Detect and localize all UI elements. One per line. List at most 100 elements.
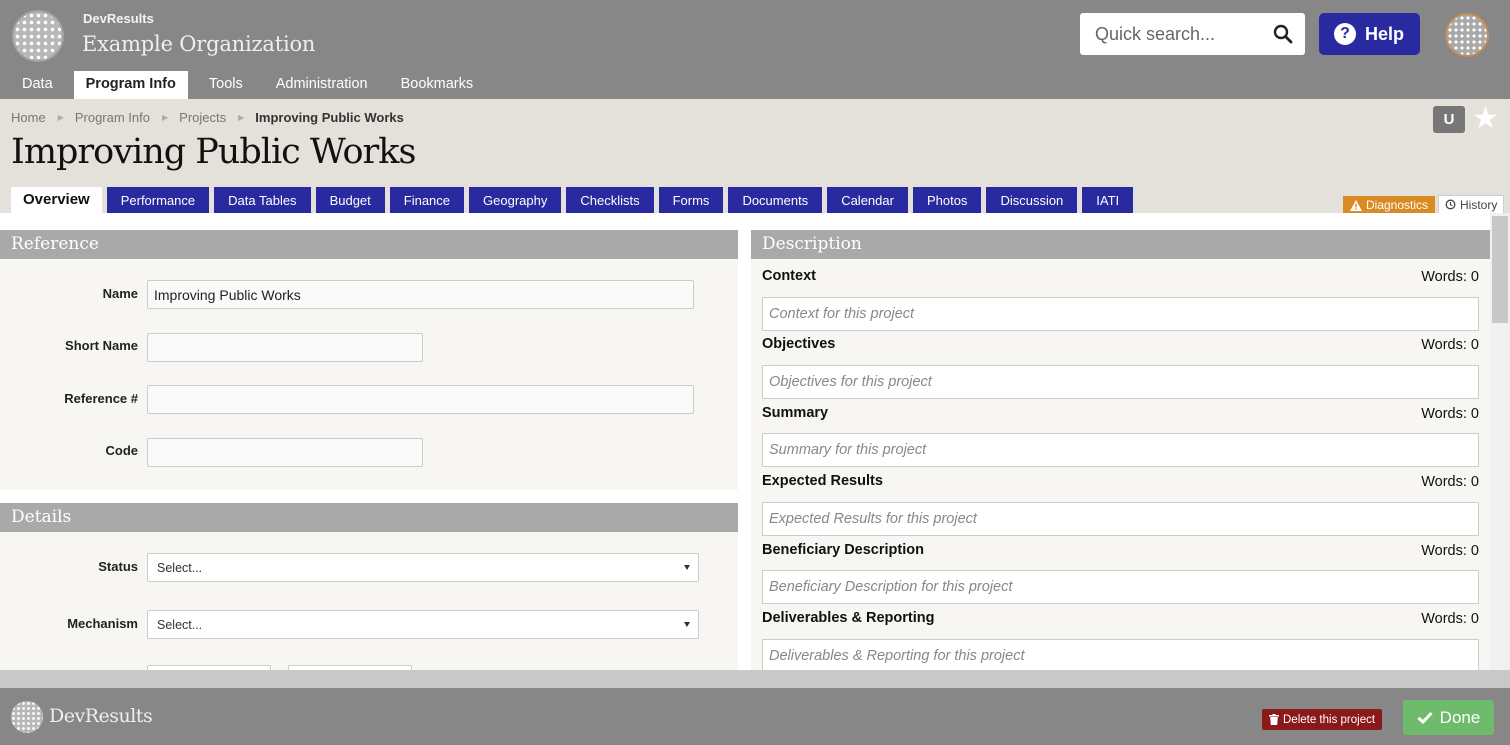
- details-panel: Status Select... Mechanism Select...: [0, 532, 738, 670]
- details-heading: Details: [0, 503, 738, 532]
- name-label: Name: [102, 286, 138, 301]
- expected-results-field[interactable]: Expected Results for this project: [762, 502, 1479, 536]
- nav-bookmarks[interactable]: Bookmarks: [389, 71, 486, 99]
- question-circle-icon: ?: [1334, 23, 1356, 45]
- expected-results-label: Expected Results: [762, 473, 883, 489]
- breadcrumb-arrow-icon: ▶: [238, 113, 245, 122]
- status-select-value: Select...: [157, 561, 203, 575]
- context-word-count: Words: 0: [1421, 269, 1479, 285]
- delete-project-label: Delete this project: [1283, 713, 1376, 726]
- content-area: Reference Name Short Name Reference # Co…: [0, 213, 1510, 670]
- history-label: History: [1460, 197, 1498, 212]
- check-icon: [1417, 711, 1433, 724]
- tab-discussion[interactable]: Discussion: [986, 187, 1078, 213]
- user-badge[interactable]: U: [1433, 106, 1465, 133]
- user-avatar[interactable]: [1445, 13, 1489, 57]
- top-header: DevResults Example Organization Data Pro…: [0, 0, 1510, 99]
- deliverables-reporting-field[interactable]: Deliverables & Reporting for this projec…: [762, 639, 1479, 670]
- beneficiary-description-word-count: Words: 0: [1421, 543, 1479, 559]
- tab-overview[interactable]: Overview: [11, 187, 102, 214]
- breadcrumb-arrow-icon: ▶: [162, 113, 169, 122]
- project-tabs: Overview Performance Data Tables Budget …: [11, 187, 1138, 214]
- caret-down-icon: [684, 622, 690, 627]
- nav-program-info[interactable]: Program Info: [73, 71, 188, 99]
- devresults-logo-icon[interactable]: [12, 10, 64, 62]
- breadcrumb-home[interactable]: Home: [11, 110, 46, 125]
- deliverables-reporting-label: Deliverables & Reporting: [762, 610, 935, 626]
- help-label: Help: [1365, 23, 1405, 44]
- scrollbar-thumb[interactable]: [1492, 216, 1508, 323]
- nav-tools[interactable]: Tools: [197, 71, 255, 99]
- breadcrumb-projects[interactable]: Projects: [179, 110, 226, 125]
- trash-icon: [1269, 714, 1279, 725]
- mechanism-select-value: Select...: [157, 618, 203, 632]
- breadcrumb-arrow-icon: ▶: [57, 113, 64, 122]
- tab-checklists[interactable]: Checklists: [566, 187, 654, 213]
- reference-number-field[interactable]: [147, 385, 694, 414]
- quick-search: [1080, 13, 1305, 55]
- reference-number-label: Reference #: [64, 391, 138, 406]
- deliverables-reporting-word-count: Words: 0: [1421, 611, 1479, 627]
- beneficiary-description-field[interactable]: Beneficiary Description for this project: [762, 570, 1479, 604]
- caret-down-icon: [684, 565, 690, 570]
- breadcrumb-current: Improving Public Works: [255, 110, 404, 125]
- nav-data[interactable]: Data: [10, 71, 65, 99]
- organization-name[interactable]: Example Organization: [82, 32, 315, 56]
- quick-search-input[interactable]: [1080, 13, 1268, 55]
- tab-calendar[interactable]: Calendar: [827, 187, 908, 213]
- footer-logo-icon: [11, 701, 43, 733]
- tab-data-tables[interactable]: Data Tables: [214, 187, 311, 213]
- star-icon[interactable]: ★: [1472, 104, 1499, 134]
- reference-heading: Reference: [0, 230, 738, 259]
- short-name-label: Short Name: [65, 338, 138, 353]
- history-button[interactable]: History: [1438, 195, 1505, 214]
- diagnostics-button[interactable]: Diagnostics: [1343, 196, 1436, 214]
- warning-icon: [1350, 199, 1362, 211]
- nav-administration[interactable]: Administration: [264, 71, 380, 99]
- page-scrollbar[interactable]: [1490, 213, 1510, 670]
- mechanism-select[interactable]: Select...: [147, 610, 699, 639]
- mechanism-label: Mechanism: [67, 616, 138, 631]
- status-label: Status: [98, 559, 138, 574]
- brand-name: DevResults: [83, 11, 154, 26]
- summary-label: Summary: [762, 405, 829, 421]
- footer: DevResults Delete this project Done: [0, 688, 1510, 745]
- tab-performance[interactable]: Performance: [106, 187, 210, 213]
- short-name-field[interactable]: [147, 333, 423, 362]
- tab-finance[interactable]: Finance: [389, 187, 465, 213]
- help-button[interactable]: ? Help: [1319, 13, 1420, 55]
- tab-budget[interactable]: Budget: [315, 187, 385, 213]
- reference-panel: Name Short Name Reference # Code: [0, 259, 738, 490]
- code-field[interactable]: [147, 438, 423, 467]
- main-nav: Data Program Info Tools Administration B…: [10, 71, 494, 99]
- summary-word-count: Words: 0: [1421, 406, 1479, 422]
- tab-forms[interactable]: Forms: [658, 187, 724, 213]
- tab-photos[interactable]: Photos: [912, 187, 982, 213]
- objectives-word-count: Words: 0: [1421, 337, 1479, 353]
- tab-iati[interactable]: IATI: [1082, 187, 1134, 213]
- footer-divider: [0, 670, 1510, 688]
- breadcrumb: Home ▶ Program Info ▶ Projects ▶ Improvi…: [11, 110, 404, 125]
- done-label: Done: [1439, 707, 1481, 727]
- summary-field[interactable]: Summary for this project: [762, 433, 1479, 467]
- tab-documents[interactable]: Documents: [728, 187, 823, 213]
- expected-results-word-count: Words: 0: [1421, 474, 1479, 490]
- tab-geography[interactable]: Geography: [469, 187, 562, 213]
- diagnostics-label: Diagnostics: [1366, 198, 1429, 212]
- delete-project-button[interactable]: Delete this project: [1262, 709, 1383, 730]
- beneficiary-description-label: Beneficiary Description: [762, 542, 924, 558]
- search-icon[interactable]: [1273, 24, 1293, 44]
- description-heading: Description: [751, 230, 1490, 259]
- done-button[interactable]: Done: [1403, 700, 1494, 735]
- context-field[interactable]: Context for this project: [762, 297, 1479, 331]
- name-field[interactable]: [147, 280, 694, 309]
- page-title: Improving Public Works: [11, 132, 416, 172]
- history-icon: [1445, 199, 1456, 210]
- objectives-field[interactable]: Objectives for this project: [762, 365, 1479, 399]
- status-select[interactable]: Select...: [147, 553, 699, 582]
- objectives-label: Objectives: [762, 336, 836, 352]
- context-label: Context: [762, 268, 816, 284]
- footer-brand: DevResults: [49, 705, 153, 727]
- code-label: Code: [105, 443, 139, 458]
- breadcrumb-program-info[interactable]: Program Info: [75, 110, 150, 125]
